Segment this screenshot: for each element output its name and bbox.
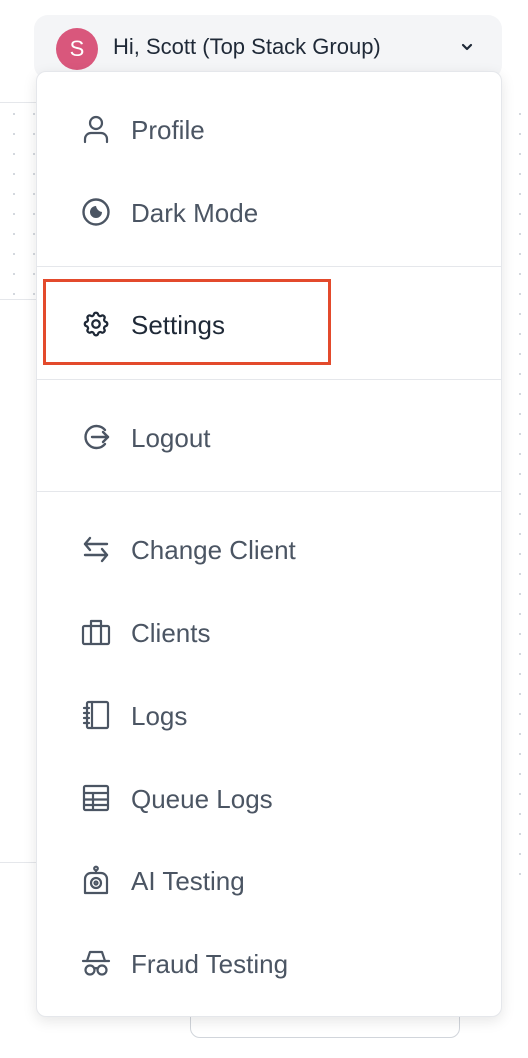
chevron-down-icon (460, 40, 474, 54)
user-dropdown-menu: Profile Dark Mode Settings Logout Change… (36, 71, 502, 1017)
menu-item-label: Queue Logs (131, 784, 273, 814)
menu-item-logs[interactable]: Logs (37, 685, 501, 745)
user-greeting: Hi, Scott (Top Stack Group) (113, 34, 381, 59)
background-divider (0, 102, 36, 103)
user-icon (81, 114, 111, 144)
menu-item-queue-logs[interactable]: Queue Logs (37, 768, 501, 828)
settings-highlight-box (43, 279, 331, 365)
menu-item-label: Dark Mode (131, 198, 259, 228)
contrast-icon (81, 197, 111, 227)
menu-divider (37, 379, 501, 380)
notebook-icon (81, 700, 111, 730)
spy-icon (81, 948, 111, 978)
background-divider (0, 299, 36, 300)
background-dot-grid (0, 100, 36, 300)
table-icon (81, 783, 111, 813)
user-menu-trigger[interactable]: S Hi, Scott (Top Stack Group) (34, 15, 502, 79)
menu-item-label: Clients (131, 618, 211, 648)
logout-icon (81, 422, 111, 452)
background-dot-grid-right (502, 100, 528, 880)
menu-item-label: AI Testing (131, 866, 245, 896)
background-divider (0, 862, 36, 863)
menu-item-dark-mode[interactable]: Dark Mode (37, 182, 501, 242)
menu-item-label: Logout (131, 423, 211, 453)
menu-item-ai-testing[interactable]: AI Testing (37, 850, 501, 910)
swap-icon (81, 534, 111, 564)
menu-item-profile[interactable]: Profile (37, 99, 501, 159)
menu-item-label: Change Client (131, 535, 296, 565)
menu-divider (37, 266, 501, 267)
briefcase-icon (81, 617, 111, 647)
menu-item-change-client[interactable]: Change Client (37, 519, 501, 579)
robot-icon (81, 865, 111, 895)
menu-item-logout[interactable]: Logout (37, 407, 501, 467)
menu-divider (37, 491, 501, 492)
menu-item-label: Profile (131, 115, 205, 145)
avatar: S (56, 28, 98, 70)
menu-item-fraud-testing[interactable]: Fraud Testing (37, 933, 501, 993)
menu-item-label: Logs (131, 701, 188, 731)
menu-item-label: Fraud Testing (131, 949, 289, 979)
menu-item-clients[interactable]: Clients (37, 602, 501, 662)
